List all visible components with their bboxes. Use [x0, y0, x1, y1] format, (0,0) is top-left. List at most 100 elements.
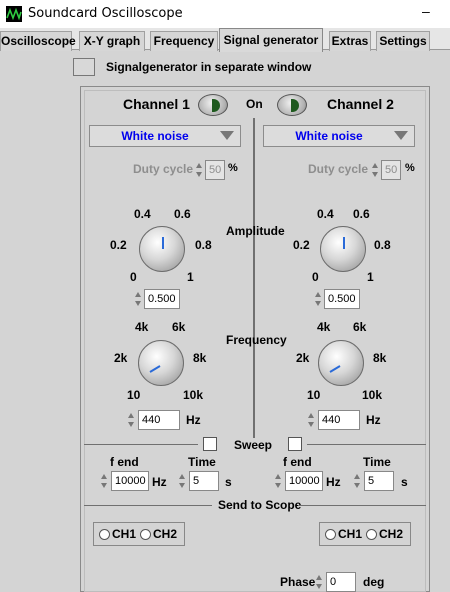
- ch2-freq-tick: 10k: [362, 388, 383, 402]
- ch2-freq-tick: 6k: [353, 320, 367, 334]
- tab-settings[interactable]: Settings: [376, 31, 430, 51]
- app-icon: [6, 6, 22, 22]
- channel1-send-ch1-radio[interactable]: [99, 529, 110, 540]
- send-to-scope-label: Send to Scope: [218, 498, 302, 512]
- ch1-freq-tick: 6k: [172, 320, 186, 334]
- channel2-amplitude-knob[interactable]: [320, 226, 366, 272]
- channel1-send-ch2-label: CH2: [153, 527, 178, 541]
- send-separator-right: [298, 505, 426, 506]
- ch2-freq-tick: 8k: [373, 351, 387, 365]
- channel1-amplitude-input[interactable]: 0.500: [144, 289, 180, 309]
- phase-stepper[interactable]: [315, 572, 324, 592]
- ch1-amp-tick: 0.6: [174, 207, 191, 221]
- channel2-duty-unit: %: [405, 162, 415, 174]
- channel2-duty-stepper[interactable]: [371, 160, 380, 180]
- channel1-time-input[interactable]: 5: [189, 471, 219, 491]
- channel2-title: Channel 2: [327, 96, 394, 112]
- tab-extras[interactable]: Extras: [329, 31, 371, 51]
- channel2-fend-input[interactable]: 10000: [285, 471, 323, 491]
- channel1-duty-input[interactable]: 50: [205, 160, 225, 180]
- channel2-amplitude-input[interactable]: 0.500: [324, 289, 360, 309]
- on-label: On: [246, 97, 263, 111]
- ch2-amp-tick: 0.6: [353, 207, 370, 221]
- channel2-frequency-knob[interactable]: [318, 340, 364, 386]
- channel2-fend-stepper[interactable]: [274, 471, 283, 491]
- ch2-amp-tick: 0.8: [374, 238, 391, 252]
- phase-unit: deg: [363, 575, 385, 589]
- window-title: Soundcard Oscilloscope: [28, 6, 183, 21]
- channel1-duty-stepper[interactable]: [195, 160, 204, 180]
- send-separator-left: [84, 505, 212, 506]
- channel2-send-ch2-radio[interactable]: [366, 529, 377, 540]
- channel1-waveform-select[interactable]: White noise: [89, 125, 241, 147]
- channel1-frequency-knob[interactable]: [138, 340, 184, 386]
- channel1-amplitude-stepper[interactable]: [134, 289, 143, 309]
- channel1-send-ch1-label: CH1: [112, 527, 137, 541]
- channel2-frequency-input[interactable]: 440: [318, 410, 360, 430]
- sweep-label: Sweep: [234, 438, 273, 452]
- ch1-freq-tick: 2k: [114, 351, 128, 365]
- tab-frequency[interactable]: Frequency: [150, 31, 218, 51]
- channel1-sweep-checkbox[interactable]: [203, 437, 217, 451]
- amplitude-label: Amplitude: [226, 224, 285, 238]
- channel2-send-ch2-label: CH2: [379, 527, 404, 541]
- tab-signal-generator[interactable]: Signal generator: [219, 28, 323, 52]
- ch1-amp-tick: 0.4: [134, 207, 151, 221]
- channel2-time-stepper[interactable]: [353, 471, 362, 491]
- sweep-separator-right: [307, 444, 426, 445]
- channel1-frequency-input[interactable]: 440: [138, 410, 180, 430]
- tab-xy-graph[interactable]: X-Y graph: [79, 31, 145, 51]
- channel2-frequency-stepper[interactable]: [307, 410, 316, 430]
- channel2-send-ch1-radio[interactable]: [325, 529, 336, 540]
- channel1-time-stepper[interactable]: [178, 471, 187, 491]
- channel1-fend-input[interactable]: 10000: [111, 471, 149, 491]
- ch1-freq-tick: 4k: [135, 320, 149, 334]
- ch2-amp-tick: 0.2: [293, 238, 310, 252]
- channel2-fend-label: f end: [283, 455, 312, 469]
- chevron-down-icon: [220, 131, 234, 140]
- ch1-amp-tick: 1: [187, 270, 194, 284]
- channel2-time-input[interactable]: 5: [364, 471, 394, 491]
- channel2-duty-input[interactable]: 50: [381, 160, 401, 180]
- ch2-freq-tick: 10: [307, 388, 321, 402]
- channel2-sweep-checkbox[interactable]: [288, 437, 302, 451]
- ch1-amp-tick: 0: [130, 270, 137, 284]
- sweep-separator-left: [84, 444, 198, 445]
- channel1-duty-label: Duty cycle: [133, 162, 194, 176]
- channel2-duty-label: Duty cycle: [308, 162, 369, 176]
- tab-oscilloscope[interactable]: Oscilloscope: [0, 31, 76, 51]
- channel1-on-led[interactable]: [198, 94, 228, 116]
- channel2-waveform-select[interactable]: White noise: [263, 125, 415, 147]
- channel1-frequency-unit: Hz: [186, 413, 201, 427]
- ch1-amp-tick: 0.8: [195, 238, 212, 252]
- ch1-freq-tick: 10: [127, 388, 141, 402]
- channel1-waveform-value: White noise: [121, 129, 189, 143]
- separate-window-toggle[interactable]: [73, 58, 95, 76]
- channel2-send-ch1-label: CH1: [338, 527, 363, 541]
- ch2-freq-tick: 4k: [317, 320, 331, 334]
- channel-divider: [253, 118, 255, 438]
- minimize-button[interactable]: –: [422, 3, 430, 19]
- channel1-time-unit: s: [225, 475, 232, 489]
- channel2-time-label: Time: [363, 455, 391, 469]
- ch2-freq-tick: 2k: [296, 351, 310, 365]
- channel1-frequency-stepper[interactable]: [127, 410, 136, 430]
- channel2-frequency-unit: Hz: [366, 413, 381, 427]
- ch1-freq-tick: 10k: [183, 388, 204, 402]
- phase-label: Phase: [280, 575, 316, 589]
- channel1-fend-stepper[interactable]: [100, 471, 109, 491]
- ch2-amp-tick: 1: [367, 270, 374, 284]
- phase-input[interactable]: 0: [326, 572, 356, 592]
- channel2-on-led[interactable]: [277, 94, 307, 116]
- ch1-amp-tick: 0.2: [110, 238, 127, 252]
- channel1-title: Channel 1: [123, 96, 190, 112]
- ch1-freq-tick: 8k: [193, 351, 207, 365]
- channel1-time-label: Time: [188, 455, 216, 469]
- channel2-amplitude-stepper[interactable]: [314, 289, 323, 309]
- ch2-amp-tick: 0.4: [317, 207, 334, 221]
- channel1-duty-unit: %: [228, 162, 238, 174]
- chevron-down-icon: [394, 131, 408, 140]
- channel1-send-ch2-radio[interactable]: [140, 529, 151, 540]
- channel1-fend-label: f end: [110, 455, 139, 469]
- channel1-amplitude-knob[interactable]: [139, 226, 185, 272]
